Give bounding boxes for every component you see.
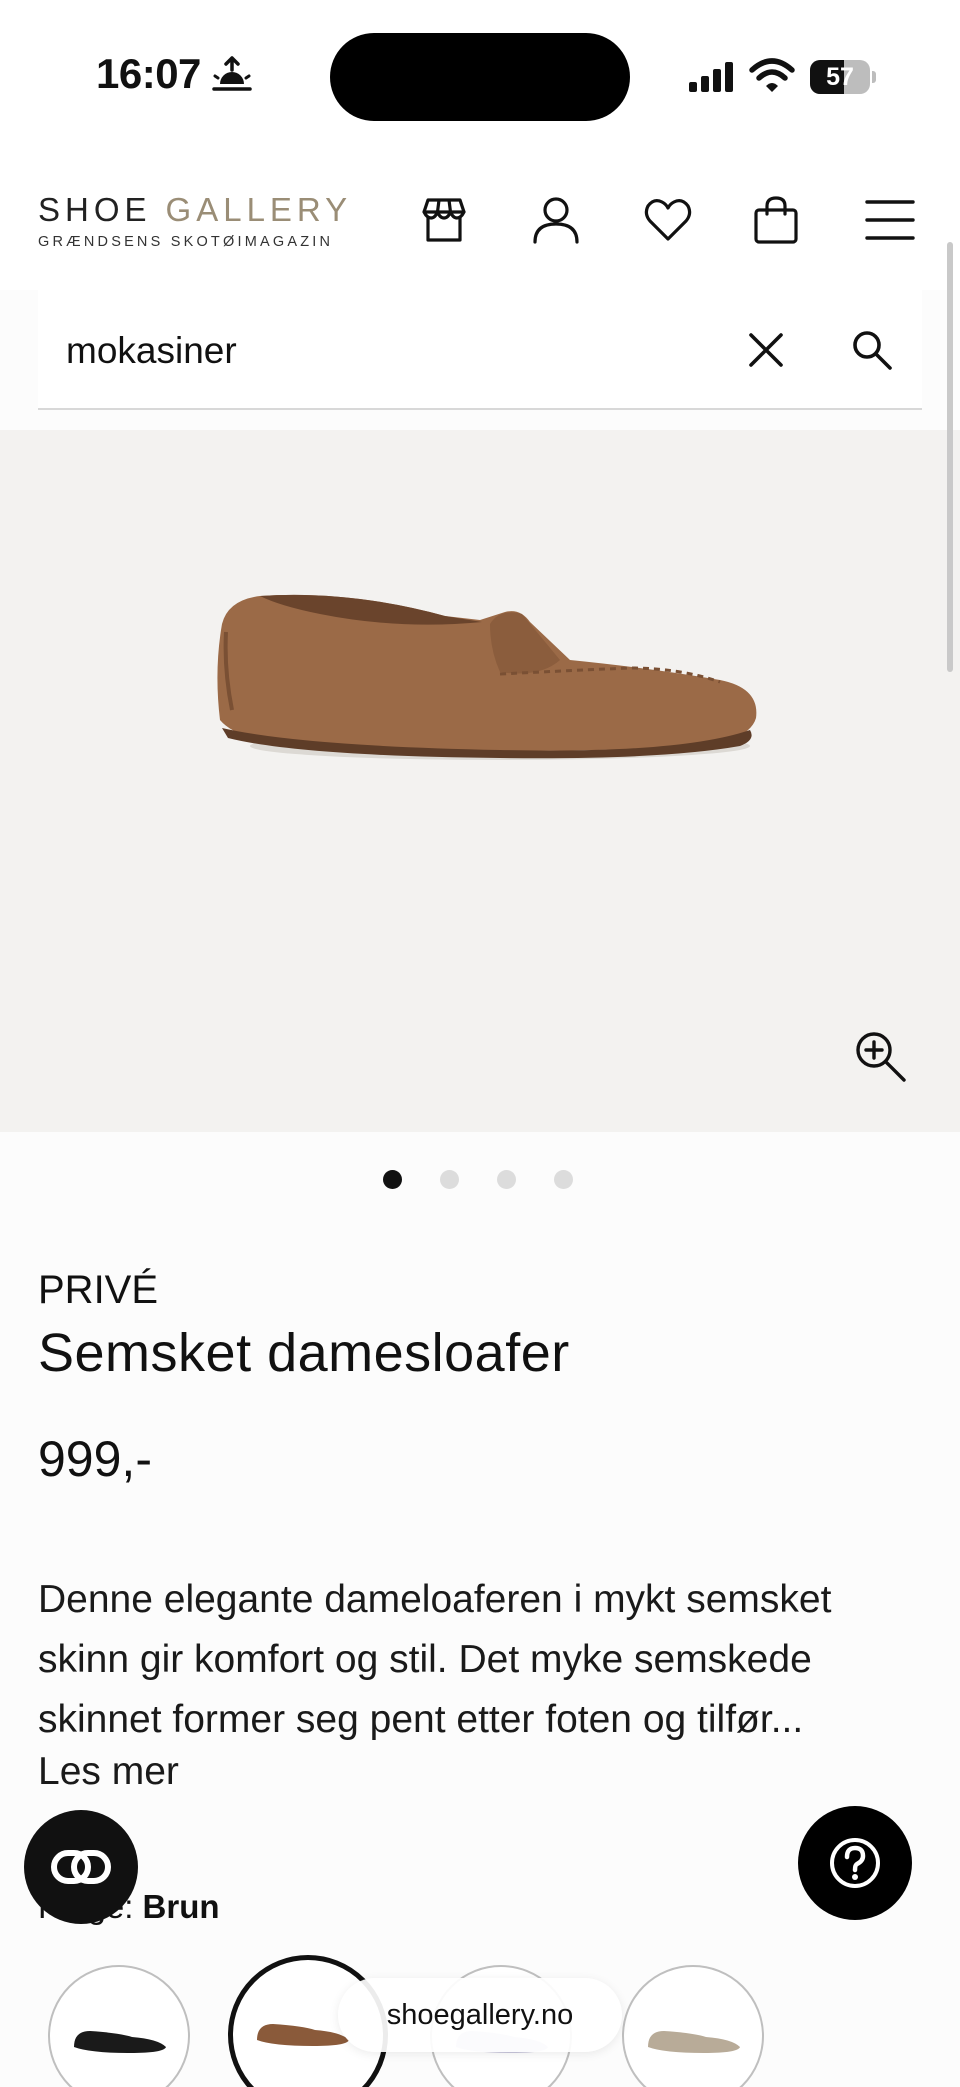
- shoe-gallery-logo[interactable]: SHOE GALLERY GRÆNDSENS SKOTØIMAGAZIN: [38, 188, 347, 254]
- gallery-pagination: [383, 1170, 573, 1189]
- product-name: Semsket damesloafer: [38, 1323, 570, 1383]
- swatch-beige[interactable]: [622, 1965, 764, 2087]
- signal-icon: [689, 62, 733, 92]
- link-icon: [51, 1850, 111, 1884]
- logo-tagline: GRÆNDSENS SKOTØIMAGAZIN: [38, 234, 334, 250]
- gallery-dot-2[interactable]: [440, 1170, 459, 1189]
- zoom-in-icon[interactable]: [848, 1024, 912, 1088]
- product-brand[interactable]: PRIVÉ: [38, 1268, 158, 1313]
- wifi-icon: [749, 58, 795, 92]
- user-icon[interactable]: [526, 190, 586, 250]
- product-image-brown-loafer: [217, 594, 757, 760]
- logo-left-text: SHOE: [38, 191, 152, 228]
- sunrise-icon: [212, 56, 252, 91]
- product-price: 999,-: [38, 1431, 152, 1487]
- gallery-dot-4[interactable]: [554, 1170, 573, 1189]
- clear-icon[interactable]: [738, 322, 794, 378]
- battery-text: 57: [826, 63, 854, 91]
- color-value: Brun: [142, 1888, 220, 1925]
- product-image-gallery[interactable]: [0, 430, 960, 1132]
- help-button[interactable]: [798, 1806, 912, 1920]
- read-more-link[interactable]: Les mer: [38, 1750, 179, 1794]
- dynamic-island: [330, 33, 630, 121]
- chat-button[interactable]: [24, 1810, 138, 1924]
- product-description: Denne elegante dameloaferen i mykt semsk…: [38, 1578, 832, 1741]
- store-icon[interactable]: [414, 190, 474, 250]
- swatch-shoe-image: [74, 2031, 166, 2053]
- status-bar: 16:07 57: [0, 0, 960, 150]
- menu-icon[interactable]: [860, 190, 920, 250]
- heart-icon[interactable]: [638, 190, 698, 250]
- search-input[interactable]: [66, 326, 706, 376]
- search-bar: [38, 290, 922, 410]
- site-header: SHOE GALLERY GRÆNDSENS SKOTØIMAGAZIN: [0, 150, 960, 290]
- swatch-black[interactable]: [48, 1965, 190, 2087]
- gallery-dot-3[interactable]: [497, 1170, 516, 1189]
- battery-indicator: 57: [810, 60, 876, 94]
- logo-right-text: GALLERY: [165, 191, 353, 228]
- question-icon: [830, 1838, 880, 1888]
- scrollbar[interactable]: [947, 242, 953, 672]
- gallery-dot-1[interactable]: [383, 1170, 402, 1189]
- browser-url-bar[interactable]: shoegallery.no: [338, 1978, 622, 2052]
- search-icon[interactable]: [844, 322, 900, 378]
- status-time: 16:07: [96, 50, 201, 97]
- swatch-shoe-image: [648, 2031, 740, 2053]
- shopping-bag-icon[interactable]: [746, 190, 806, 250]
